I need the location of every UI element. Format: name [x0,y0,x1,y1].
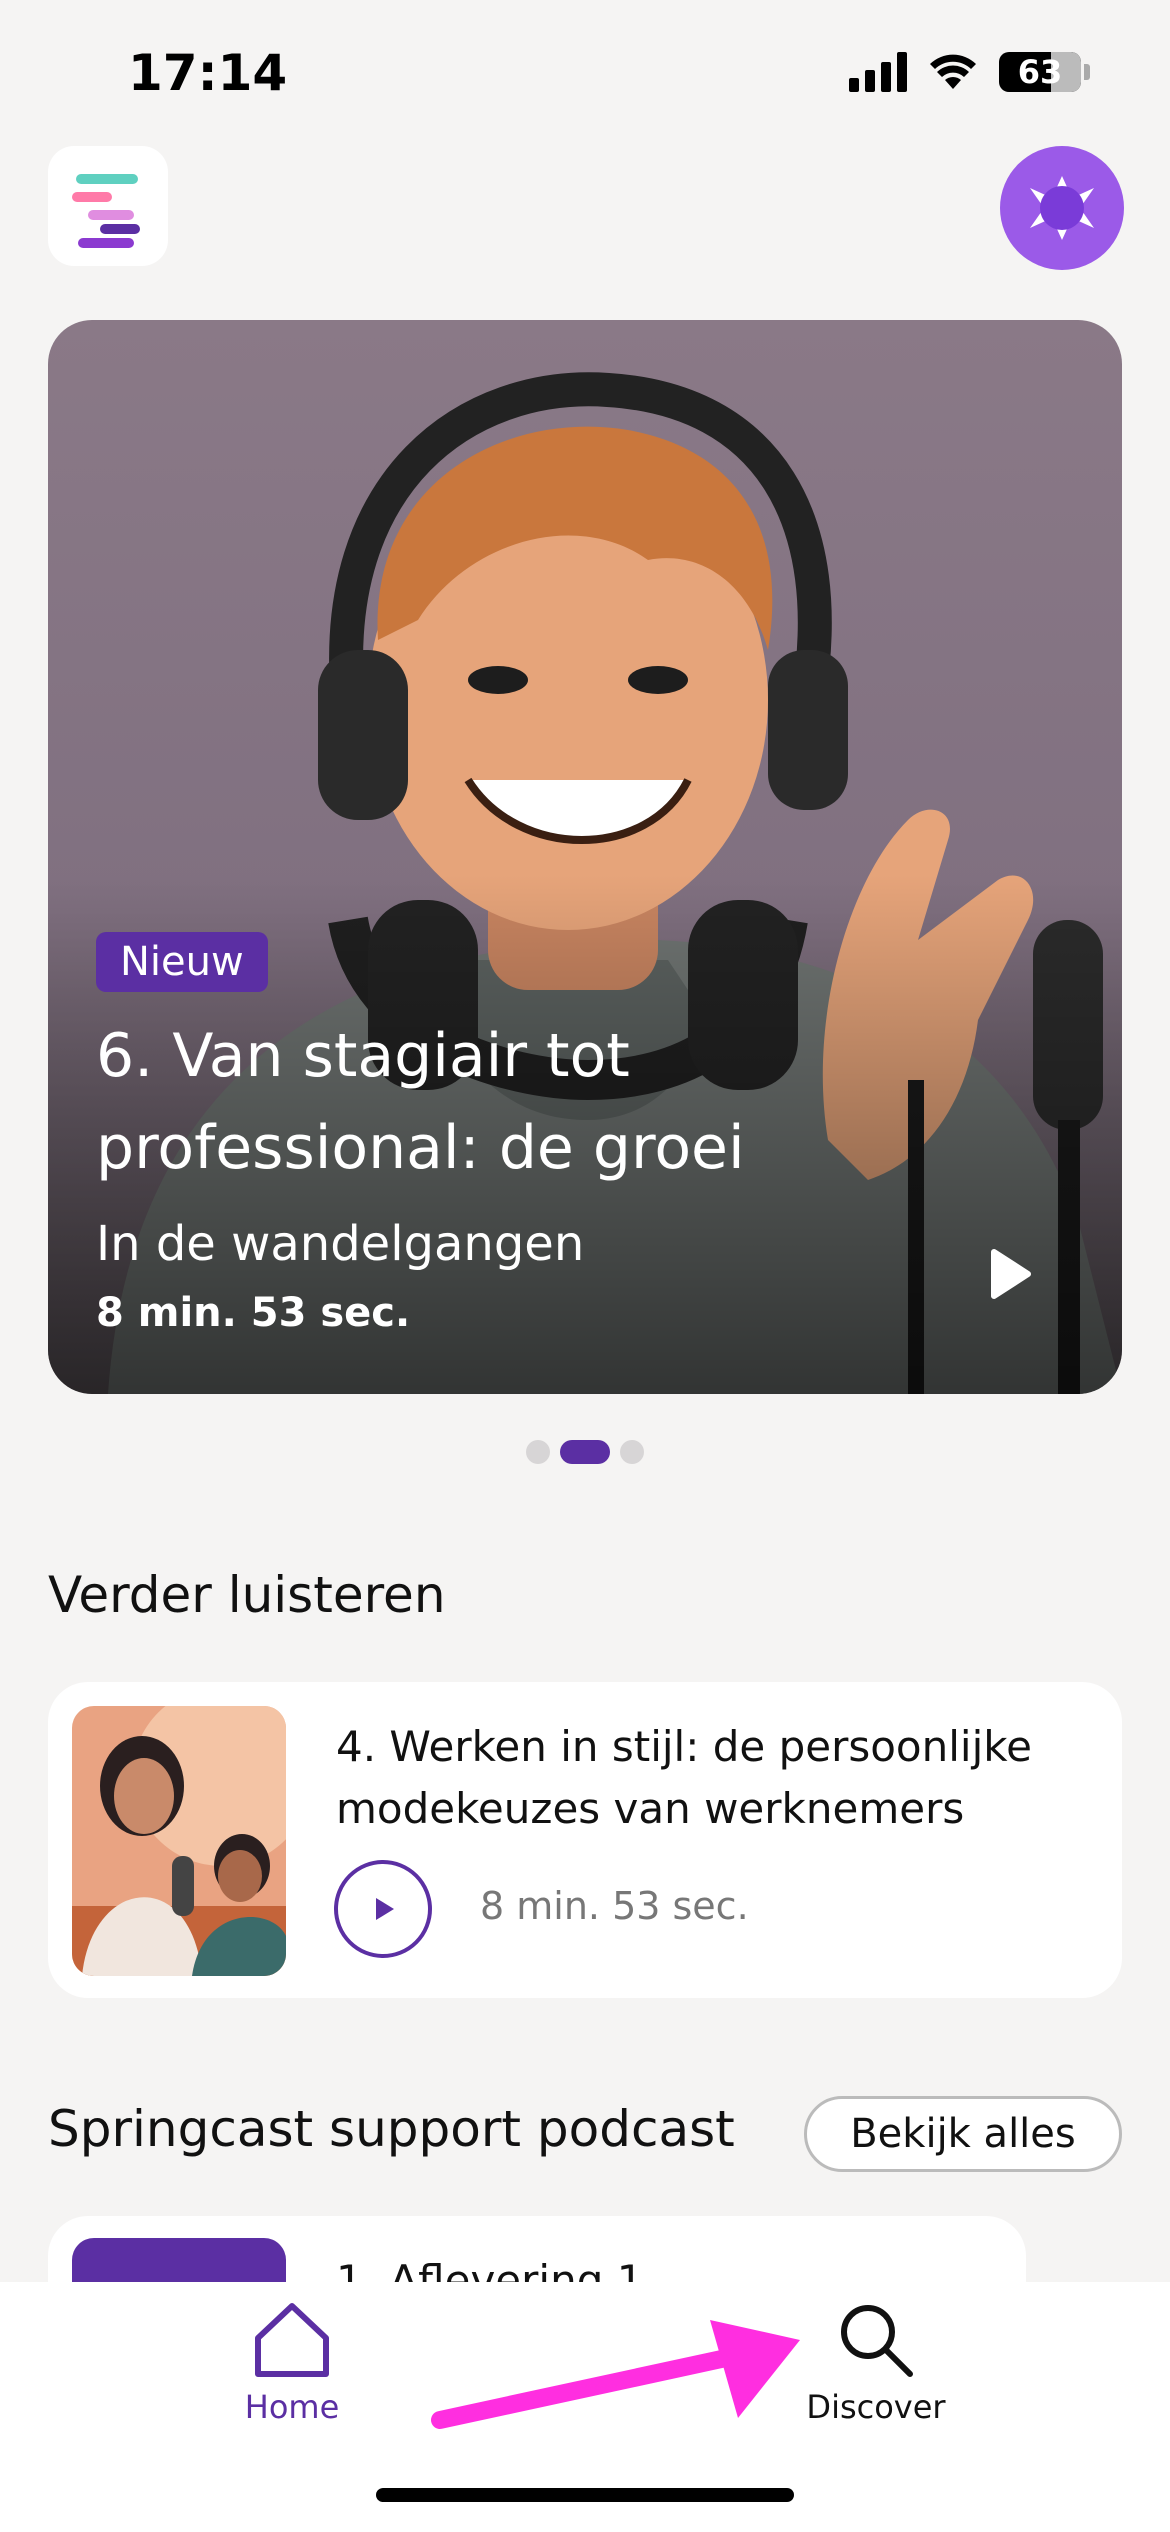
tab-home[interactable]: Home [192,2298,392,2448]
home-indicator [376,2488,794,2502]
hero-episode-card[interactable]: Nieuw 6. Van stagiair tot professional: … [48,320,1122,1394]
section-title-podcast: Springcast support podcast [48,2100,735,2158]
new-badge: Nieuw [96,932,268,992]
episode-thumbnail [72,1706,286,1976]
home-icon [255,2303,329,2377]
status-time: 17:14 [128,44,288,102]
status-icons: 63 [849,52,1090,92]
battery-percentage: 63 [1017,53,1063,91]
menu-button[interactable] [48,146,168,266]
see-all-button[interactable]: Bekijk alles [804,2096,1122,2172]
carousel-dot[interactable] [526,1440,550,1464]
play-icon [376,1898,394,1920]
battery-icon: 63 [999,52,1090,92]
hero-episode-title: 6. Van stagiair tot professional: de gro… [96,1021,745,1183]
continue-episode-card[interactable]: 4. Werken in stijl: de persoonlijke mode… [48,1682,1122,1998]
search-icon [841,2305,913,2377]
status-bar: 17:14 63 [0,0,1170,140]
profile-avatar-button[interactable] [1000,146,1124,270]
tab-discover-label: Discover [806,2388,946,2426]
section-title-continue: Verder luisteren [48,1566,446,1624]
annotation-arrow-icon [431,2320,800,2429]
continue-episode-duration: 8 min. 53 sec. [480,1884,749,1928]
continue-episode-title: 4. Werken in stijl: de persoonlijke mode… [336,1722,1032,1833]
play-icon[interactable] [978,1244,1038,1304]
carousel-dot-active[interactable] [560,1440,610,1464]
hero-duration: 8 min. 53 sec. [96,1290,411,1336]
tab-home-label: Home [244,2388,340,2426]
continue-play-button[interactable] [334,1860,432,1958]
hero-show-name: In de wandelgangen [96,1216,585,1272]
menu-lines-icon [76,174,138,184]
wifi-icon [930,54,976,89]
carousel-dot[interactable] [620,1440,644,1464]
carousel-pagination[interactable] [0,1440,1170,1464]
cellular-signal-icon [849,52,907,92]
